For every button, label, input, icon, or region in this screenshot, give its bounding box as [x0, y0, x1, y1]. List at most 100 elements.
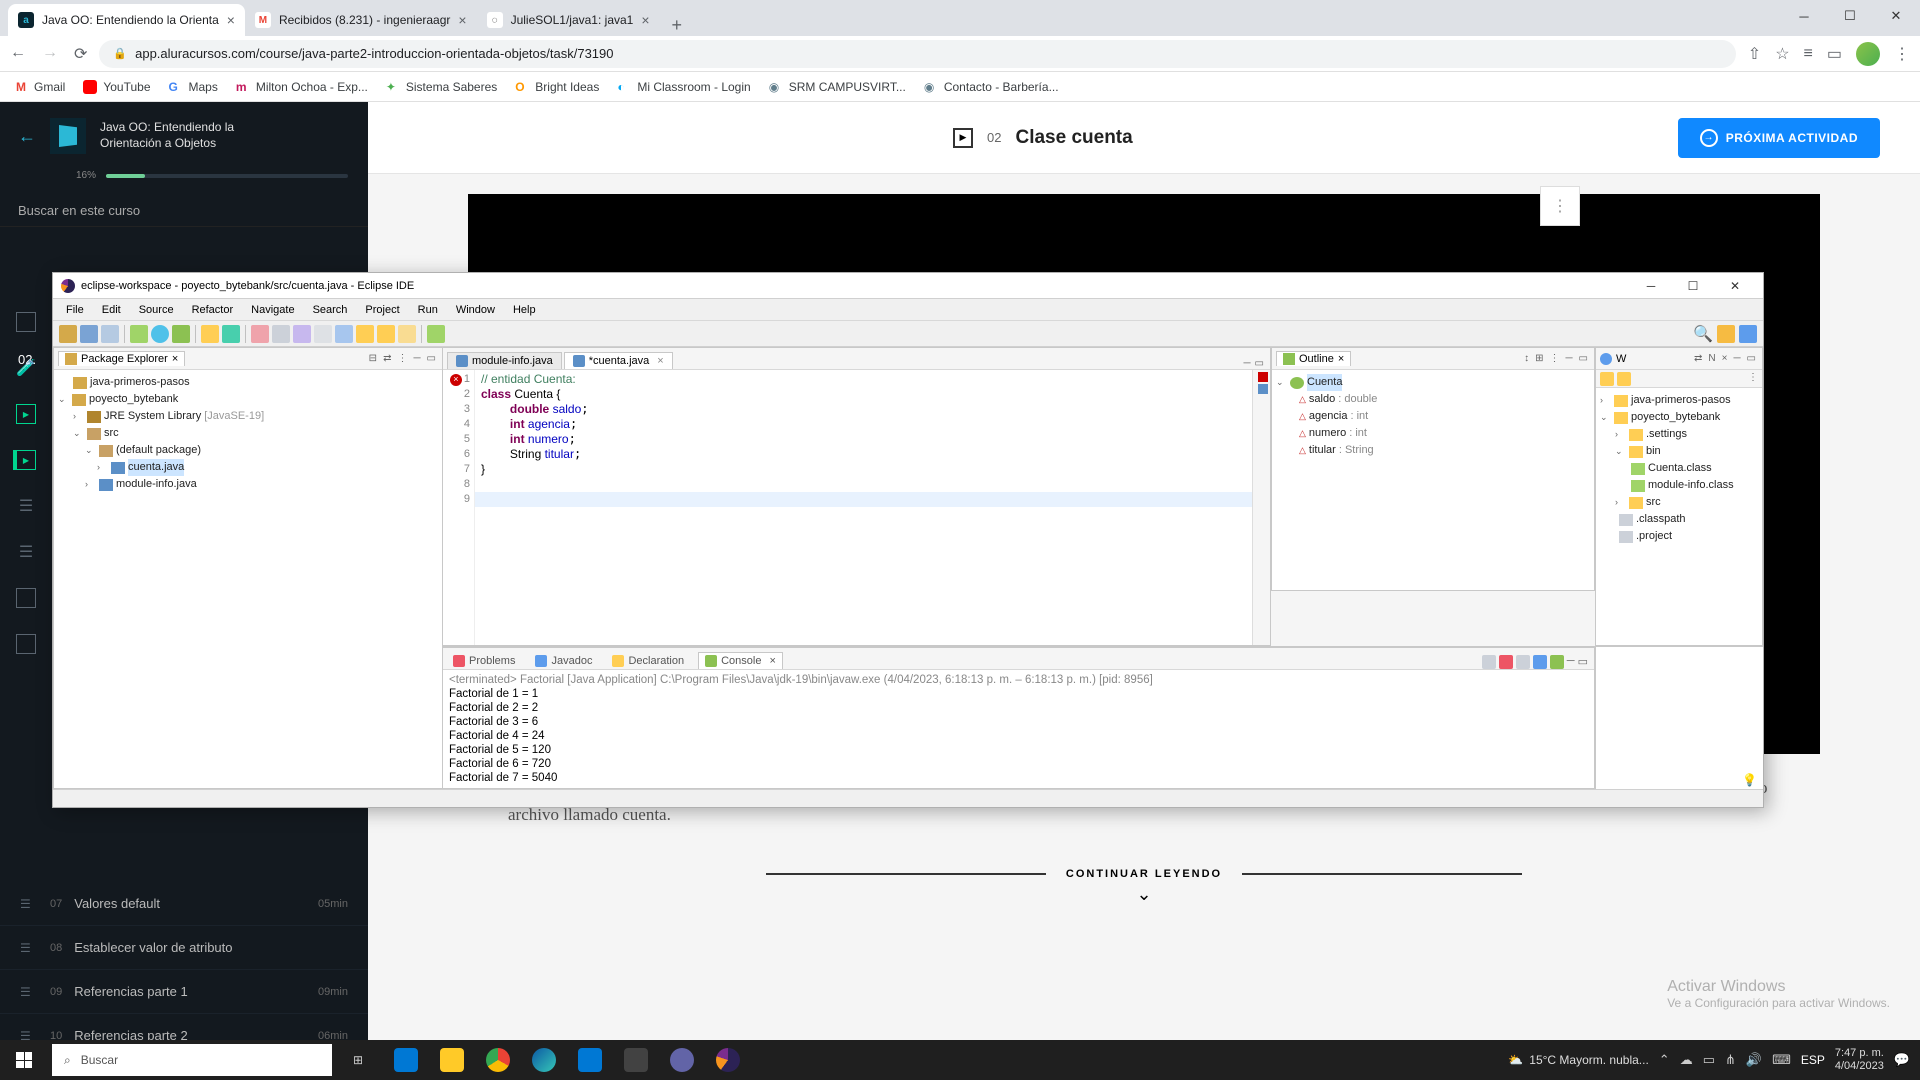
back-button[interactable]: ← [10, 44, 26, 64]
browser-tab[interactable]: M Recibidos (8.231) - ingenieraagr × [245, 4, 477, 36]
bookmark-item[interactable]: mMilton Ochoa - Exp... [236, 80, 368, 94]
tool-icon[interactable] [293, 325, 311, 343]
weather-widget[interactable]: ⛅15°C Mayorm. nubla... [1508, 1053, 1648, 1067]
outline-field[interactable]: titular [1309, 442, 1336, 459]
tree-item[interactable]: .settings [1646, 426, 1687, 443]
bookmark-item[interactable]: ◉Contacto - Barbería... [924, 80, 1059, 94]
edge-app[interactable] [522, 1040, 566, 1080]
javadoc-tab[interactable]: Javadoc [529, 653, 598, 669]
filter-icon[interactable]: ⊞ [1533, 353, 1545, 364]
nav-scroll-area[interactable]: 💡 [1595, 647, 1763, 789]
nav-fwd-icon[interactable] [377, 325, 395, 343]
close-button[interactable]: ✕ [1874, 2, 1918, 30]
nav-back-icon[interactable] [356, 325, 374, 343]
sort-icon[interactable]: ↕ [1522, 353, 1531, 364]
bookmark-item[interactable]: GMaps [169, 80, 218, 94]
scroll-lock-icon[interactable] [1533, 655, 1547, 669]
nav-fwd-icon[interactable] [1617, 372, 1631, 386]
mail-app[interactable] [384, 1040, 428, 1080]
overview-ruler[interactable] [1252, 370, 1270, 645]
bookmark-item[interactable]: MGmail [14, 80, 65, 94]
tab-close-icon[interactable]: × [458, 12, 466, 28]
outline-tab[interactable]: Outline× [1276, 351, 1351, 366]
declaration-tab[interactable]: Declaration [606, 653, 690, 669]
start-button[interactable] [0, 1040, 48, 1080]
tree-item[interactable]: .classpath [1636, 511, 1686, 528]
close-button[interactable]: ✕ [1715, 275, 1755, 297]
close-icon[interactable]: × [1338, 353, 1344, 365]
pin-console-icon[interactable] [1550, 655, 1564, 669]
pin-icon[interactable] [427, 325, 445, 343]
tree-item[interactable]: poyecto_bytebank [89, 391, 178, 408]
remove-icon[interactable] [1516, 655, 1530, 669]
new-icon[interactable] [59, 325, 77, 343]
onedrive-icon[interactable]: ☁ [1680, 1052, 1693, 1068]
max-icon[interactable]: ▭ [1578, 655, 1588, 669]
tree-item[interactable]: java-primeros-pasos [1631, 392, 1731, 409]
menu-refactor[interactable]: Refactor [185, 302, 241, 318]
perspective-icon[interactable] [1717, 325, 1735, 343]
min-icon[interactable]: ─ [1567, 655, 1575, 669]
reading-list-icon[interactable]: ≡ [1804, 45, 1813, 63]
max-icon[interactable]: ▭ [1255, 358, 1264, 369]
maximize-button[interactable]: ☐ [1673, 275, 1713, 297]
lesson-item[interactable]: ☰09Referencias parte 109min [0, 970, 368, 1014]
tool-icon[interactable] [314, 325, 332, 343]
chrome-menu-icon[interactable]: ⋮ [1894, 44, 1910, 64]
outline-class[interactable]: Cuenta [1307, 374, 1342, 391]
problems-tab[interactable]: Problems [447, 653, 521, 669]
package-tree[interactable]: java-primeros-pasos ⌄poyecto_bytebank ›J… [54, 370, 442, 497]
min-icon[interactable]: ─ [1243, 358, 1250, 369]
copilot-app[interactable] [660, 1040, 704, 1080]
rail-icon[interactable]: 🧪 [16, 358, 36, 378]
close-icon[interactable]: × [172, 353, 178, 365]
bookmark-item[interactable]: ◉SRM CAMPUSVIRT... [769, 80, 906, 94]
nav-icon[interactable] [398, 325, 416, 343]
code-content[interactable]: // entidad Cuenta: class Cuenta { double… [475, 370, 1252, 645]
tray-caret-icon[interactable]: ⌃ [1659, 1052, 1670, 1068]
debug-icon[interactable] [130, 325, 148, 343]
maximize-button[interactable]: ☐ [1828, 2, 1872, 30]
tree-item[interactable]: JRE System Library [104, 408, 201, 425]
tree-item[interactable]: poyecto_bytebank [1631, 409, 1720, 426]
reload-button[interactable]: ⟳ [74, 44, 87, 64]
volume-icon[interactable]: 🔊 [1746, 1052, 1762, 1068]
new-class-icon[interactable] [222, 325, 240, 343]
outline-tree[interactable]: ⌄Cuenta △ saldo : double △ agencia : int… [1272, 370, 1594, 463]
keyboard-icon[interactable]: ⌨ [1772, 1052, 1791, 1068]
store-app[interactable] [568, 1040, 612, 1080]
outline-field[interactable]: saldo [1309, 391, 1335, 408]
console-tab[interactable]: Console× [698, 652, 783, 669]
profile-avatar[interactable] [1856, 42, 1880, 66]
browser-tab-active[interactable]: a Java OO: Entendiendo la Orienta × [8, 4, 245, 36]
rail-list-icon[interactable]: ☰ [19, 542, 33, 562]
chrome-app[interactable] [476, 1040, 520, 1080]
menu-search[interactable]: Search [306, 302, 355, 318]
taskbar-search[interactable]: ⌕Buscar [52, 1044, 332, 1076]
bookmark-item[interactable]: YouTube [83, 80, 150, 94]
menu-help[interactable]: Help [506, 302, 543, 318]
terminate-icon[interactable] [1499, 655, 1513, 669]
tree-item[interactable]: (default package) [116, 442, 201, 459]
nav-back-icon[interactable] [1600, 372, 1614, 386]
board-app[interactable] [614, 1040, 658, 1080]
tree-item[interactable]: Cuenta.class [1648, 460, 1712, 477]
menu-run[interactable]: Run [411, 302, 445, 318]
tab-close-icon[interactable]: × [227, 12, 235, 28]
menu-window[interactable]: Window [449, 302, 502, 318]
menu-edit[interactable]: Edit [95, 302, 128, 318]
minimize-button[interactable]: ─ [1631, 275, 1671, 297]
new-tab-button[interactable]: + [660, 15, 695, 36]
build-icon[interactable] [251, 325, 269, 343]
link-icon[interactable]: ⇄ [381, 353, 393, 364]
battery-icon[interactable]: ▭ [1703, 1052, 1715, 1068]
coverage-icon[interactable] [172, 325, 190, 343]
tool-icon[interactable] [335, 325, 353, 343]
package-explorer-tab[interactable]: Package Explorer× [58, 351, 185, 366]
menu-project[interactable]: Project [358, 302, 406, 318]
options-menu-button[interactable]: ⋮ [1540, 186, 1580, 226]
menu-navigate[interactable]: Navigate [244, 302, 301, 318]
tree-item[interactable]: .project [1636, 528, 1672, 545]
close-icon[interactable]: × [657, 355, 663, 367]
bookmark-item[interactable]: ◐Mi Classroom - Login [617, 80, 750, 94]
